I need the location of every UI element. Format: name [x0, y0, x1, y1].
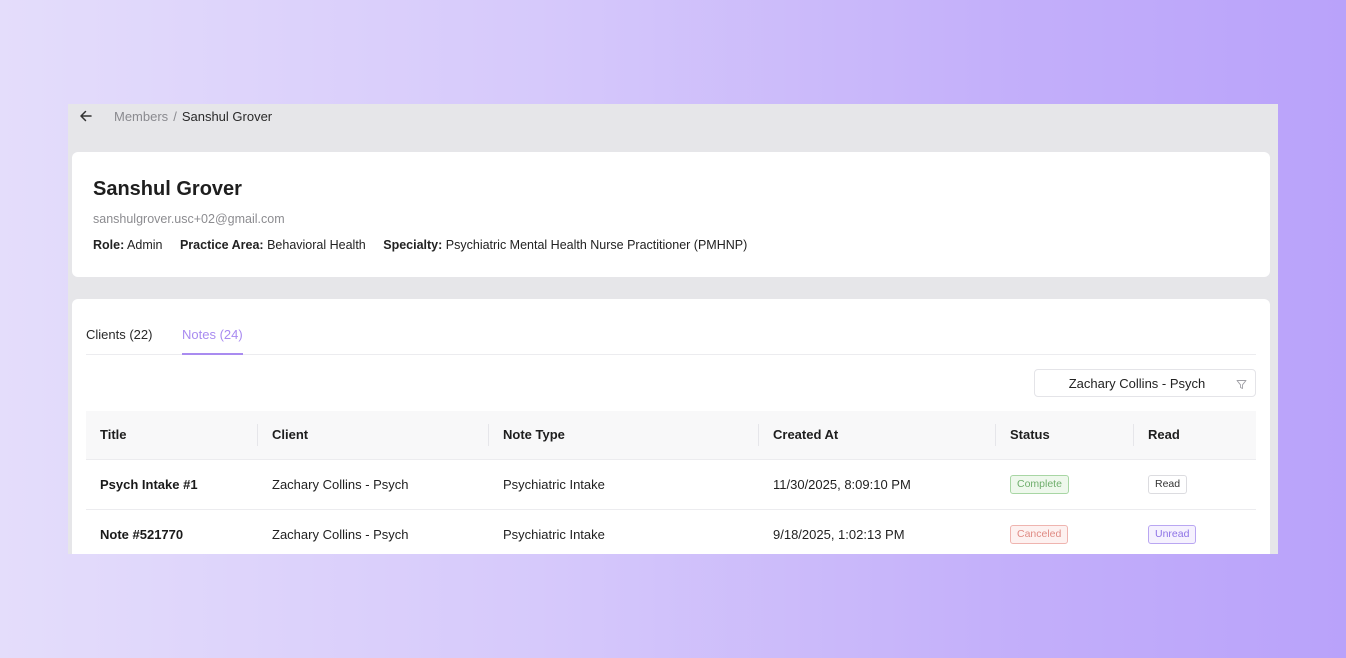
- specialty-label: Specialty:: [383, 238, 443, 252]
- column-header-title: Title: [100, 427, 127, 442]
- client-filter-value: Zachary Collins - Psych: [1068, 376, 1206, 391]
- role-label: Role:: [93, 238, 125, 252]
- column-header-status: Status: [1010, 427, 1050, 442]
- column-header-read: Read: [1148, 427, 1180, 442]
- role-item: Role: Admin: [93, 238, 162, 252]
- content-card: Clients (22) Notes (24) Zachary Collins …: [72, 299, 1270, 554]
- status-badge: Canceled: [1010, 525, 1069, 544]
- note-title: Psych Intake #1: [100, 477, 198, 492]
- column-divider: [488, 424, 489, 446]
- note-client: Zachary Collins - Psych: [272, 477, 409, 492]
- note-client: Zachary Collins - Psych: [272, 527, 409, 542]
- note-type: Psychiatric Intake: [503, 477, 605, 492]
- table-header: Title Client Note Type Created At Status…: [86, 411, 1256, 460]
- column-divider: [257, 424, 258, 446]
- note-created-at: 9/18/2025, 1:02:13 PM: [773, 527, 905, 542]
- profile-card: Sanshul Grover sanshulgrover.usc+02@gmai…: [72, 152, 1270, 277]
- read-badge: Unread: [1148, 525, 1197, 544]
- tab-bar: Clients (22) Notes (24): [86, 319, 1256, 355]
- note-type: Psychiatric Intake: [503, 527, 605, 542]
- note-created-at: 11/30/2025, 8:09:10 PM: [773, 477, 911, 492]
- tab-clients[interactable]: Clients (22): [86, 327, 152, 353]
- column-header-note-type: Note Type: [503, 427, 565, 442]
- column-divider: [758, 424, 759, 446]
- table-row[interactable]: Psych Intake #1 Zachary Collins - Psych …: [86, 460, 1256, 510]
- tab-notes[interactable]: Notes (24): [182, 327, 243, 355]
- practice-area-item: Practice Area: Behavioral Health: [180, 238, 366, 252]
- practice-area-label: Practice Area:: [179, 238, 264, 252]
- profile-email: sanshulgrover.usc+02@gmail.com: [93, 212, 285, 226]
- profile-name: Sanshul Grover: [93, 178, 242, 200]
- table-row[interactable]: Note #521770 Zachary Collins - Psych Psy…: [86, 510, 1256, 554]
- column-header-client: Client: [272, 427, 309, 442]
- app-frame: Members / Sanshul Grover Sanshul Grover sa…: [68, 104, 1278, 554]
- specialty-value: Psychiatric Mental Health Nurse Practiti…: [445, 238, 748, 252]
- breadcrumb-members-link[interactable]: Members: [114, 109, 168, 124]
- filter-icon[interactable]: [1236, 377, 1247, 389]
- column-divider: [995, 424, 996, 446]
- client-filter-select[interactable]: Zachary Collins - Psych: [1034, 369, 1256, 397]
- column-divider: [1133, 424, 1134, 446]
- arrow-left-icon[interactable]: [78, 108, 94, 124]
- note-title: Note #521770: [100, 527, 184, 542]
- column-header-created-at: Created At: [773, 427, 839, 442]
- breadcrumb-separator: /: [173, 109, 177, 124]
- notes-table: Title Client Note Type Created At Status…: [86, 411, 1256, 554]
- breadcrumb-current: Sanshul Grover: [181, 109, 273, 124]
- profile-meta: Role: Admin Practice Area: Behavioral He…: [93, 238, 761, 252]
- specialty-item: Specialty: Psychiatric Mental Health Nur…: [383, 238, 747, 252]
- breadcrumb: Members / Sanshul Grover: [114, 109, 272, 124]
- practice-area-value: Behavioral Health: [267, 238, 366, 252]
- read-badge: Read: [1148, 475, 1188, 494]
- role-value: Admin: [127, 238, 163, 252]
- status-badge: Complete: [1010, 475, 1069, 494]
